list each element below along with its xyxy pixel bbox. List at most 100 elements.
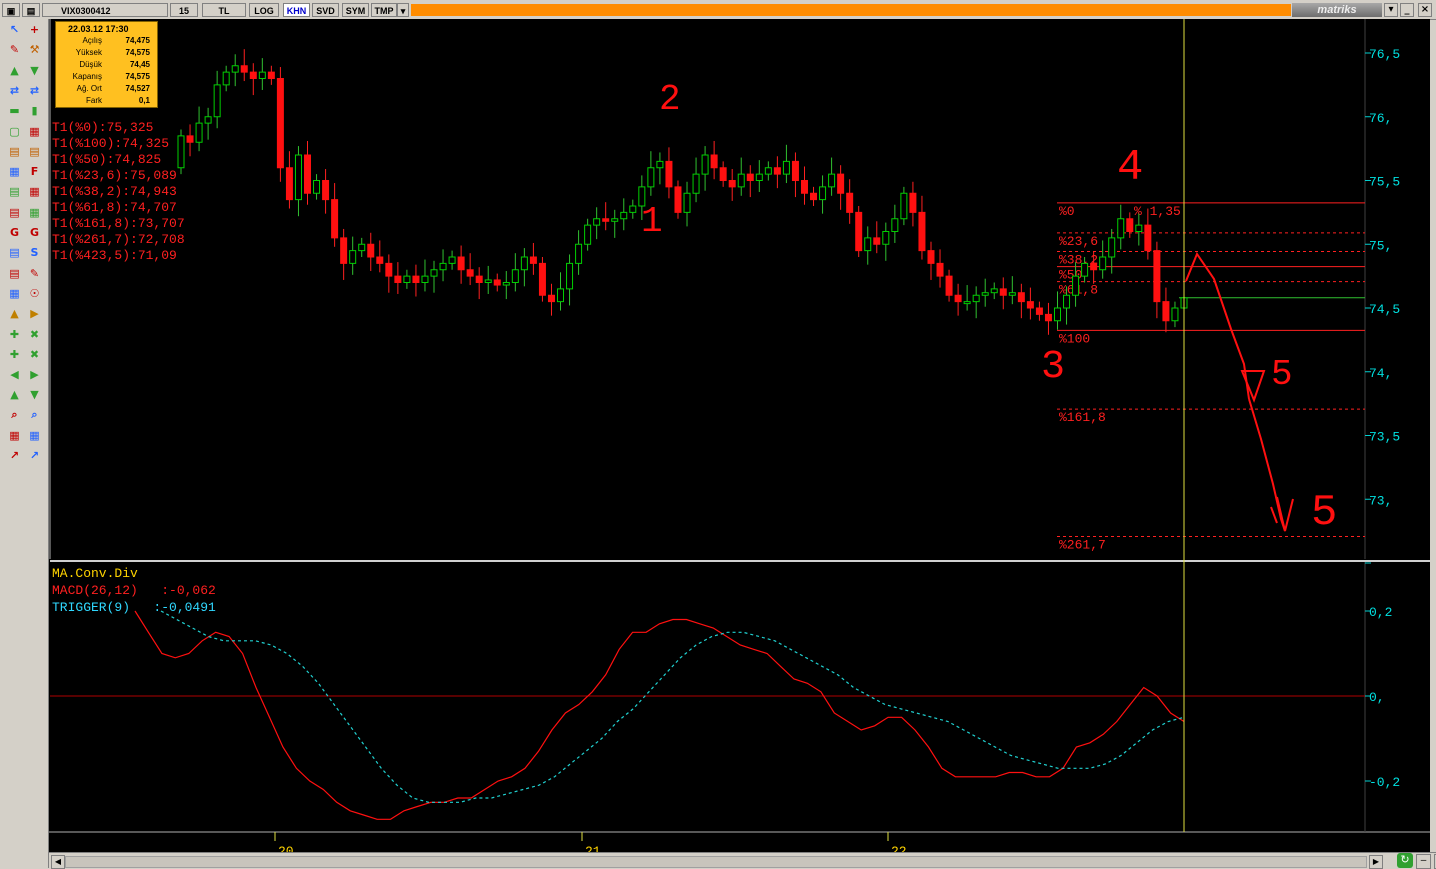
candle-body — [294, 154, 302, 201]
candle-body — [746, 173, 754, 181]
macd-legend: MA.Conv.Div MACD(26,12) :-0,062 TRIGGER(… — [52, 565, 216, 616]
symbol-button[interactable]: VIX0300412 — [42, 3, 168, 17]
candle-body — [1017, 292, 1025, 303]
target-icon[interactable]: ☉ — [26, 285, 43, 302]
svd-button[interactable]: SVD — [312, 3, 339, 17]
refresh-icon[interactable]: ↻ — [1397, 853, 1413, 868]
fib-label: %0 — [1059, 204, 1075, 219]
vline-icon[interactable]: ▮ — [26, 102, 43, 119]
zoom-icon[interactable]: ⌕ — [6, 407, 23, 424]
fib-icon[interactable]: ▦ — [6, 163, 23, 180]
chart-canvas[interactable]: 76,5 76, 75,5 75, 74,5 74, 73,5 73, 0,2 0, -0,2 2… — [49, 19, 1430, 868]
scroll-left-icon[interactable]: ◀ — [51, 855, 65, 869]
bell-icon[interactable]: ▲ — [6, 305, 23, 322]
flag-icon[interactable]: ▶ — [26, 305, 43, 322]
candle-body — [249, 71, 257, 79]
up-icon[interactable]: ▲ — [6, 386, 23, 403]
channel-icon[interactable]: ▤ — [6, 143, 23, 160]
info-row: Fark 0,1 — [56, 96, 157, 107]
candle-body — [186, 135, 194, 143]
chart-icon[interactable]: ▦ — [6, 427, 23, 444]
fib-f-icon[interactable]: F — [26, 163, 43, 180]
candle-body — [358, 243, 366, 252]
scroll-right-icon[interactable]: ▶ — [1369, 855, 1383, 869]
info-label: Açılış — [82, 36, 102, 45]
chart-window[interactable]: 76,5 76, 75,5 75, 74,5 74, 73,5 73, 0,2 0, -0,2 2… — [49, 19, 1430, 868]
trend-icon[interactable]: ↗ — [6, 447, 23, 464]
candle-body — [1135, 224, 1143, 232]
trend-icon[interactable]: ↗ — [26, 447, 43, 464]
down-icon[interactable]: ▼ — [26, 386, 43, 403]
speed-icon[interactable]: S — [26, 244, 43, 261]
info-label: Fark — [86, 96, 102, 105]
lines-icon[interactable]: ▤ — [6, 244, 23, 261]
log-button[interactable]: LOG — [249, 3, 279, 17]
title-progress-bar — [411, 4, 1291, 16]
grid-icon[interactable]: ▦ — [26, 123, 43, 140]
candle-body — [258, 71, 266, 79]
gann-icon[interactable]: G — [6, 224, 23, 241]
fib-legend-item: T1(%261,7):72,708 — [52, 232, 185, 247]
swap-left-icon[interactable]: ⇄ — [6, 82, 23, 99]
tmp-dropdown-icon[interactable]: ▾ — [397, 3, 409, 17]
pen-icon[interactable]: ✎ — [6, 41, 23, 58]
scroll-thumb[interactable] — [65, 856, 1367, 868]
candle-body — [276, 78, 284, 169]
macd-axis-label: -0,2 — [1369, 775, 1400, 790]
gann-icon[interactable]: G — [26, 224, 43, 241]
sym-button[interactable]: SYM — [342, 3, 369, 17]
minimize-icon[interactable]: _ — [1400, 3, 1414, 17]
candle-body — [999, 288, 1007, 296]
candle-body — [800, 180, 808, 194]
channel-icon[interactable]: ▤ — [26, 143, 43, 160]
currency-button[interactable]: TL — [202, 3, 246, 17]
fib-legend-item: T1(%423,5):71,09 — [52, 248, 177, 263]
crosshair-icon[interactable]: + — [26, 21, 43, 38]
arc-icon[interactable]: ▤ — [6, 204, 23, 221]
period-button[interactable]: 15 — [170, 3, 198, 17]
window-icon-2[interactable]: ▤ — [22, 3, 40, 17]
info-value: 74,575 — [125, 48, 150, 57]
tools-icon[interactable]: ⚒ — [26, 41, 43, 58]
lines-icon[interactable]: ▤ — [6, 265, 23, 282]
rect-icon[interactable]: ▢ — [6, 123, 23, 140]
cancel-icon[interactable]: ✖ — [26, 346, 43, 363]
move-icon[interactable]: ✚ — [6, 326, 23, 343]
arc-icon[interactable]: ▦ — [26, 204, 43, 221]
tmp-button[interactable]: TMP — [371, 3, 397, 17]
ohlc-info-box: 22.03.12 17:30 Açılış 74,475 Yüksek 74,575 D… — [55, 21, 158, 108]
candle-body — [855, 211, 863, 252]
grid-icon[interactable]: ▦ — [6, 285, 23, 302]
chart-icon[interactable]: ▦ — [26, 427, 43, 444]
right-icon[interactable]: ▶ — [26, 366, 43, 383]
candle-body — [1063, 294, 1071, 309]
swap-right-icon[interactable]: ⇄ — [26, 82, 43, 99]
hline-icon[interactable]: ▬ — [6, 102, 23, 119]
candlestick-series — [177, 49, 1188, 335]
price-label: 75,5 — [1369, 175, 1400, 190]
fan-icon[interactable]: ▦ — [26, 183, 43, 200]
cursor-icon[interactable]: ↖ — [6, 21, 23, 38]
arrow-up-icon[interactable]: ▲ — [6, 62, 23, 79]
khn-button[interactable]: KHN — [283, 3, 310, 17]
left-icon[interactable]: ◀ — [6, 366, 23, 383]
candle-body — [620, 211, 628, 220]
zoom-out-icon[interactable]: – — [1416, 854, 1431, 869]
move-icon[interactable]: ✚ — [6, 346, 23, 363]
cancel-icon[interactable]: ✖ — [26, 326, 43, 343]
candle-body — [611, 218, 619, 222]
arrow-down-icon[interactable]: ▼ — [26, 62, 43, 79]
zoom-icon[interactable]: ⌕ — [26, 407, 43, 424]
candle-body — [918, 211, 926, 252]
brand-dropdown-icon[interactable]: ▾ — [1384, 3, 1398, 17]
candle-body — [819, 186, 827, 201]
horizontal-scrollbar[interactable]: ◀ ▶ ↻ – + — [49, 852, 1436, 869]
info-row: Kapanış 74,575 — [56, 72, 157, 83]
window-icon-1[interactable]: ▣ — [2, 3, 20, 17]
candle-body — [629, 205, 637, 213]
draw-icon[interactable]: ✎ — [26, 265, 43, 282]
close-icon[interactable]: × — [1418, 3, 1432, 17]
title-bar: ▣ ▤ VIX0300412 15 TL LOG KHN SVD SYM TMP… — [0, 0, 1436, 20]
candle-body — [529, 256, 537, 264]
fan-icon[interactable]: ▤ — [6, 183, 23, 200]
